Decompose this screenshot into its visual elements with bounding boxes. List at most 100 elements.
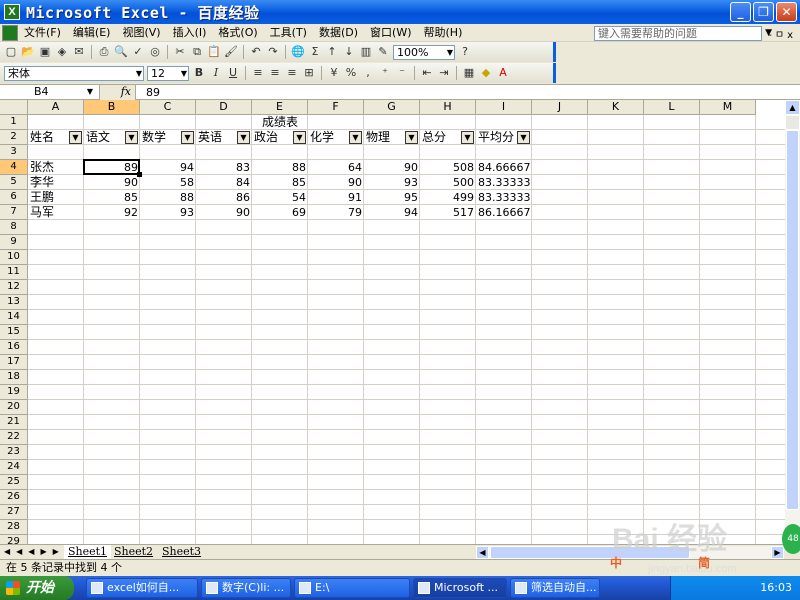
row-header[interactable]: 8	[0, 220, 28, 235]
row-header[interactable]: 6	[0, 190, 28, 205]
ime-simplified-mode[interactable]: 简	[698, 554, 710, 572]
align-right-icon[interactable]: ≡	[285, 66, 299, 80]
data-cell[interactable]: 517	[420, 205, 476, 220]
column-header[interactable]: F	[308, 100, 364, 115]
menu-insert[interactable]: 插入(I)	[167, 25, 213, 41]
row-header[interactable]: 24	[0, 460, 28, 475]
clock[interactable]: 16:03	[760, 581, 792, 594]
column-header[interactable]: H	[420, 100, 476, 115]
data-cell[interactable]: 79	[308, 205, 364, 220]
row-header[interactable]: 13	[0, 295, 28, 310]
workbook-window-controls[interactable]: -ㅁx	[768, 26, 796, 41]
column-header[interactable]: C	[140, 100, 196, 115]
increase-indent-icon[interactable]: ⇥	[437, 66, 451, 80]
decrease-indent-icon[interactable]: ⇤	[420, 66, 434, 80]
worksheet-grid[interactable]: A B C D E F G H I J K L M 1 2 3 4 5 6 7 8 9 10 11 12 13 14 15 16 17 18…	[0, 100, 785, 544]
column-header[interactable]: K	[588, 100, 644, 115]
row-header[interactable]: 29	[0, 535, 28, 544]
split-handle[interactable]	[785, 115, 800, 130]
format-painter-icon[interactable]: 🖌	[224, 45, 238, 59]
data-cell[interactable]: 马军	[28, 205, 84, 220]
percent-icon[interactable]: %	[344, 66, 358, 80]
minimize-button[interactable]: _	[730, 2, 751, 22]
select-all-corner[interactable]	[0, 100, 28, 115]
autofilter-dropdown-icon[interactable]: ▼	[293, 131, 306, 144]
fill-color-icon[interactable]: ◆	[479, 66, 493, 80]
column-header[interactable]: J	[532, 100, 588, 115]
font-name-select[interactable]: 宋体 ▼	[4, 65, 144, 81]
excel-app-icon[interactable]: X	[4, 4, 20, 20]
data-cell[interactable]: 88	[252, 160, 308, 175]
column-header[interactable]: G	[364, 100, 420, 115]
row-header[interactable]: 1	[0, 115, 28, 130]
row-header[interactable]: 26	[0, 490, 28, 505]
permission-icon[interactable]: ◈	[55, 45, 69, 59]
restore-button[interactable]: ❐	[753, 2, 774, 22]
autofilter-dropdown-icon[interactable]: ▼	[461, 131, 474, 144]
data-cell[interactable]: 92	[84, 205, 140, 220]
data-cell[interactable]: 54	[252, 190, 308, 205]
data-cell[interactable]: 94	[364, 205, 420, 220]
drawing-icon[interactable]: ✎	[376, 45, 390, 59]
data-cell[interactable]: 88	[140, 190, 196, 205]
data-cell[interactable]: 83.33333	[476, 175, 532, 190]
fill-handle[interactable]	[137, 172, 142, 177]
data-cell[interactable]: 90	[84, 175, 140, 190]
save-icon[interactable]: ▣	[38, 45, 52, 59]
data-cell[interactable]: 93	[140, 205, 196, 220]
autofilter-dropdown-icon[interactable]: ▼	[237, 131, 250, 144]
undo-icon[interactable]: ↶	[249, 45, 263, 59]
data-cell[interactable]: 69	[252, 205, 308, 220]
font-color-icon[interactable]: A	[496, 66, 510, 80]
menu-window[interactable]: 窗口(W)	[364, 25, 417, 41]
column-header[interactable]: M	[700, 100, 756, 115]
print-preview-icon[interactable]: 🔍	[114, 45, 128, 59]
data-cell[interactable]: 83	[196, 160, 252, 175]
italic-button[interactable]: I	[209, 66, 223, 80]
column-header[interactable]: D	[196, 100, 252, 115]
data-cell[interactable]: 86.16667	[476, 205, 532, 220]
menu-data[interactable]: 数据(D)	[313, 25, 364, 41]
row-header[interactable]: 2	[0, 130, 28, 145]
print-icon[interactable]: ⎙	[97, 45, 111, 59]
start-button[interactable]: 开始	[0, 576, 74, 600]
data-cell[interactable]: 90	[364, 160, 420, 175]
data-cell[interactable]: 95	[364, 190, 420, 205]
borders-icon[interactable]: ▦	[462, 66, 476, 80]
insert-function-icon[interactable]: fx	[100, 84, 136, 100]
data-cell[interactable]: 张杰	[28, 160, 84, 175]
row-header[interactable]: 10	[0, 250, 28, 265]
data-cell[interactable]: 86	[196, 190, 252, 205]
row-header[interactable]: 23	[0, 445, 28, 460]
paste-icon[interactable]: 📋	[207, 45, 221, 59]
data-cell[interactable]: 91	[308, 190, 364, 205]
data-cell[interactable]: 90	[196, 205, 252, 220]
row-header[interactable]: 16	[0, 340, 28, 355]
close-button[interactable]: ✕	[776, 2, 797, 22]
autofilter-dropdown-icon[interactable]: ▼	[69, 131, 82, 144]
data-cell[interactable]: 500	[420, 175, 476, 190]
row-header[interactable]: 21	[0, 415, 28, 430]
increase-decimal-icon[interactable]: ⁺	[378, 66, 392, 80]
column-header[interactable]: B	[84, 100, 140, 115]
data-cell[interactable]: 王鹏	[28, 190, 84, 205]
row-header[interactable]: 28	[0, 520, 28, 535]
row-header[interactable]: 17	[0, 355, 28, 370]
row-header[interactable]: 22	[0, 430, 28, 445]
autosum-icon[interactable]: Σ	[308, 45, 322, 59]
row-header[interactable]: 9	[0, 235, 28, 250]
column-header[interactable]: E	[252, 100, 308, 115]
row-header[interactable]: 4	[0, 160, 28, 175]
ime-chinese-mode[interactable]: 中	[610, 554, 622, 572]
sort-descending-icon[interactable]: ↓	[342, 45, 356, 59]
data-cell[interactable]: 508	[420, 160, 476, 175]
row-header[interactable]: 7	[0, 205, 28, 220]
menu-file[interactable]: 文件(F)	[18, 25, 67, 41]
green-floating-badge[interactable]: 48	[782, 524, 800, 554]
data-cell[interactable]: 90	[308, 175, 364, 190]
column-header[interactable]: L	[644, 100, 700, 115]
scroll-up-icon[interactable]: ▲	[785, 100, 800, 115]
sheet-title-cell[interactable]: 成绩表	[28, 115, 532, 130]
email-icon[interactable]: ✉	[72, 45, 86, 59]
open-icon[interactable]: 📂	[21, 45, 35, 59]
